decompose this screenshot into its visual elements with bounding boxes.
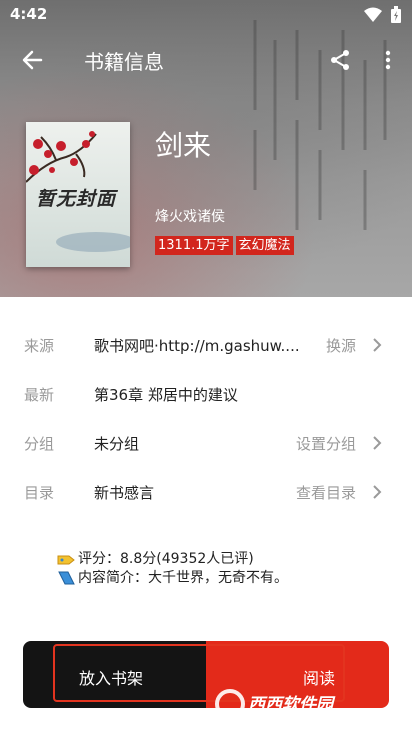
battery-icon xyxy=(391,6,401,23)
genre-tag: 玄幻魔法 xyxy=(235,236,294,255)
word-count-tag: 1311.1万字 xyxy=(155,236,233,255)
source-row[interactable]: 来源 歌书网吧·http://m.gashuw.... 换源 xyxy=(0,325,412,365)
book-description: 评分：8.8分(49352人已评) 内容简介：大千世界，无奇不有。 xyxy=(56,550,288,588)
toc-label: 目录 xyxy=(24,484,55,502)
book-cover[interactable]: 暂无封面 xyxy=(26,122,130,267)
bookmark-icon xyxy=(58,571,75,584)
share-button[interactable] xyxy=(324,44,356,76)
page-title: 书籍信息 xyxy=(84,50,164,74)
share-icon xyxy=(331,50,349,70)
latest-label: 最新 xyxy=(24,386,55,404)
rating-text: 评分：8.8分(49352人已评) xyxy=(78,551,254,567)
latest-chapter-row[interactable]: 最新 第36章 郑居中的建议 xyxy=(0,374,412,414)
site-watermark-logo: 西西软件园 CR173.COM xyxy=(215,689,342,720)
add-to-shelf-label: 放入书架 xyxy=(79,669,144,688)
status-bar: 4:42 xyxy=(0,0,412,28)
source-value: 歌书网吧·http://m.gashuw.... xyxy=(94,337,300,355)
arrow-left-icon xyxy=(22,50,43,70)
toolbar: 书籍信息 xyxy=(0,36,412,84)
rating-line: 评分：8.8分(49352人已评) xyxy=(56,550,288,569)
latest-chapter-value: 第36章 郑居中的建议 xyxy=(94,386,238,404)
group-row[interactable]: 分组 未分组 设置分组 xyxy=(0,423,412,463)
chevron-right-icon xyxy=(373,485,382,499)
cover-placeholder-text: 暂无封面 xyxy=(36,188,117,210)
wifi-icon xyxy=(364,7,382,22)
group-value: 未分组 xyxy=(94,435,140,453)
toc-row[interactable]: 目录 新书感言 查看目录 xyxy=(0,472,412,512)
chevron-right-icon xyxy=(373,436,382,450)
toc-value: 新书感言 xyxy=(94,484,155,502)
book-title: 剑来 xyxy=(155,129,212,162)
view-toc-link[interactable]: 查看目录 xyxy=(296,482,356,503)
intro-text: 内容简介：大千世界，无奇不有。 xyxy=(78,570,288,586)
more-vertical-icon xyxy=(385,50,391,70)
back-button[interactable] xyxy=(14,44,50,76)
source-label: 来源 xyxy=(24,337,55,355)
status-time: 4:42 xyxy=(10,5,48,23)
intro-line: 内容简介：大千世界，无奇不有。 xyxy=(56,569,288,588)
svg-text:CR173.COM: CR173.COM xyxy=(300,712,342,720)
chevron-right-icon xyxy=(373,338,382,352)
read-label: 阅读 xyxy=(303,669,336,688)
change-source-link[interactable]: 换源 xyxy=(326,335,356,356)
status-icons xyxy=(364,6,402,24)
set-group-link[interactable]: 设置分组 xyxy=(296,433,356,454)
add-to-shelf-button[interactable]: 放入书架 xyxy=(23,641,206,708)
tag-icon xyxy=(57,555,75,564)
book-tags: 1311.1万字 玄幻魔法 xyxy=(155,236,294,255)
group-label: 分组 xyxy=(24,435,55,453)
more-options-button[interactable] xyxy=(376,44,400,76)
book-author[interactable]: 烽火戏诸侯 xyxy=(155,206,225,226)
